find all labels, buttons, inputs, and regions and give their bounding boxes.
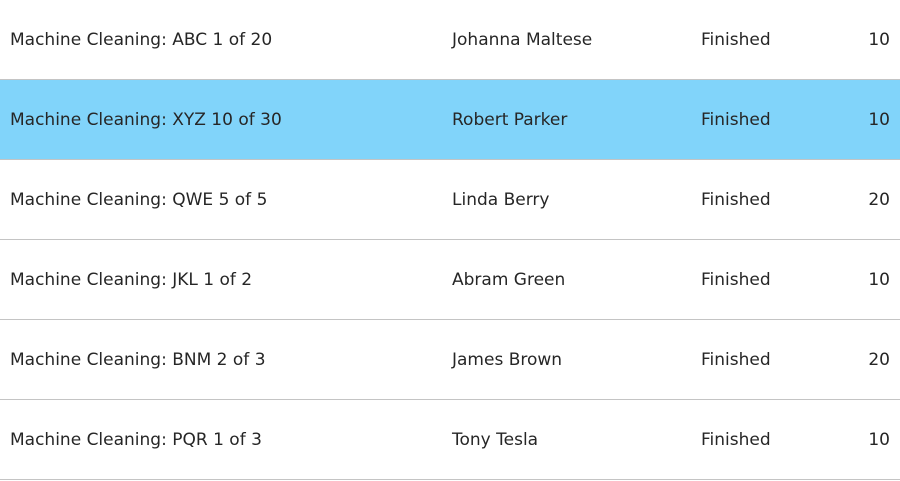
value: 10 <box>868 270 890 290</box>
assignee: Robert Parker <box>452 110 568 130</box>
status: Finished <box>701 270 771 290</box>
task-table: Machine Cleaning: ABC 1 of 20 Johanna Ma… <box>0 0 900 480</box>
status: Finished <box>701 350 771 370</box>
status: Finished <box>701 110 771 130</box>
task-name: Machine Cleaning: ABC 1 of 20 <box>10 30 273 50</box>
status: Finished <box>701 190 771 210</box>
task-name: Machine Cleaning: JKL 1 of 2 <box>10 270 253 290</box>
value: 20 <box>868 190 890 210</box>
table-row[interactable]: Machine Cleaning: QWE 5 of 5 Linda Berry… <box>0 160 900 240</box>
status: Finished <box>701 30 771 50</box>
task-name: Machine Cleaning: QWE 5 of 5 <box>10 190 268 210</box>
assignee: Tony Tesla <box>452 430 539 450</box>
value: 10 <box>868 30 890 50</box>
table-row-selected[interactable]: Machine Cleaning: XYZ 10 of 30 Robert Pa… <box>0 80 900 160</box>
task-name: Machine Cleaning: XYZ 10 of 30 <box>10 110 282 130</box>
value: 10 <box>868 110 890 130</box>
task-name: Machine Cleaning: PQR 1 of 3 <box>10 430 262 450</box>
table-row[interactable]: Machine Cleaning: ABC 1 of 20 Johanna Ma… <box>0 0 900 80</box>
table-row[interactable]: Machine Cleaning: JKL 1 of 2 Abram Green… <box>0 240 900 320</box>
status: Finished <box>701 430 771 450</box>
assignee: James Brown <box>452 350 563 370</box>
value: 20 <box>868 350 890 370</box>
assignee: Johanna Maltese <box>452 30 593 50</box>
assignee: Abram Green <box>452 270 566 290</box>
task-name: Machine Cleaning: BNM 2 of 3 <box>10 350 266 370</box>
value: 10 <box>868 430 890 450</box>
table-row[interactable]: Machine Cleaning: BNM 2 of 3 James Brown… <box>0 320 900 400</box>
assignee: Linda Berry <box>452 190 550 210</box>
table-row[interactable]: Machine Cleaning: PQR 1 of 3 Tony Tesla … <box>0 400 900 480</box>
